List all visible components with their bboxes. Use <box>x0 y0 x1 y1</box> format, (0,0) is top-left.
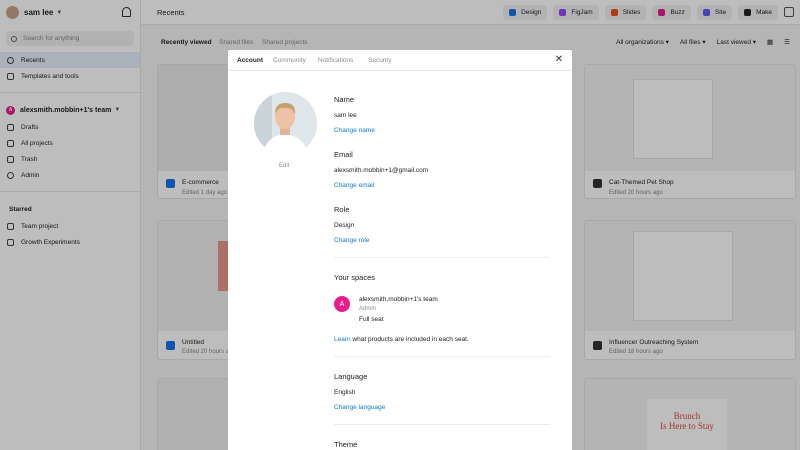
edit-photo-link[interactable]: Edit <box>279 163 289 169</box>
seat-type: Full seat <box>359 316 384 323</box>
team-avatar: A <box>334 296 350 312</box>
language-value: English <box>334 389 356 396</box>
theme-heading: Theme <box>334 440 358 449</box>
profile-photo[interactable] <box>254 92 317 155</box>
profile-photo-image <box>254 92 317 155</box>
email-heading: Email <box>334 150 353 159</box>
divider <box>334 424 550 425</box>
space-team-name: alexsmith.mobbin+1's team <box>359 296 438 303</box>
divider <box>334 356 550 357</box>
space-role: Admin <box>359 306 377 312</box>
email-value: alexsmith.mobbin+1@gmail.com <box>334 167 429 174</box>
change-email-link[interactable]: Change email <box>334 182 374 189</box>
tab-security[interactable]: Security <box>368 57 391 64</box>
spaces-heading: Your spaces <box>334 273 376 282</box>
tab-notifications[interactable]: Notifications <box>318 57 353 64</box>
name-heading: Name <box>334 95 355 104</box>
change-language-link[interactable]: Change language <box>334 404 385 411</box>
language-heading: Language <box>334 372 368 381</box>
learn-link[interactable]: Learn <box>334 336 351 343</box>
role-value: Design <box>334 222 355 229</box>
settings-modal: Account Community Notifications Security… <box>228 50 572 450</box>
modal-tabs: Account Community Notifications Security… <box>228 50 572 71</box>
close-icon[interactable]: ✕ <box>554 55 564 65</box>
divider <box>334 257 550 258</box>
learn-text: Learn what products are included in each… <box>334 336 469 343</box>
role-heading: Role <box>334 205 350 214</box>
tab-account[interactable]: Account <box>237 57 263 64</box>
learn-rest: what products are included in each seat. <box>350 336 469 343</box>
name-value: sam lee <box>334 112 357 119</box>
change-role-link[interactable]: Change role <box>334 237 369 244</box>
change-name-link[interactable]: Change name <box>334 127 375 134</box>
tab-community[interactable]: Community <box>273 57 306 64</box>
